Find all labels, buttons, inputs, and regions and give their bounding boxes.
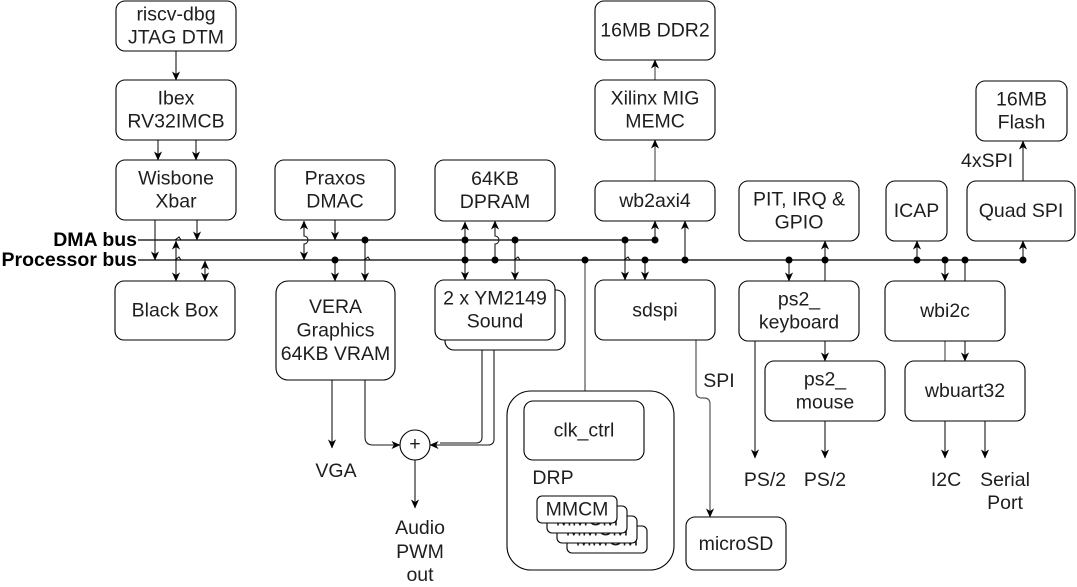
block-icap: ICAP — [885, 180, 948, 242]
serial-port-label-line2: Port — [987, 492, 1023, 514]
block-flash: 16MB Flash — [975, 80, 1068, 142]
icap-label: ICAP — [894, 200, 940, 222]
pit-label-line2: GPIO — [775, 212, 824, 234]
praxos-label-line1: Praxos — [305, 168, 366, 190]
xbar-label-line2: Xbar — [155, 191, 197, 213]
flash-label-line1: 16MB — [996, 89, 1047, 111]
mmcm-label-1: MMCM — [546, 499, 609, 521]
junction-dot — [785, 256, 793, 264]
junction-dot — [461, 256, 469, 264]
praxos-label-line2: DMAC — [306, 191, 363, 213]
junction-dot — [1019, 256, 1027, 264]
edge-ym2149-to-mixer-2 — [429, 350, 495, 450]
block-xbar: Wisbone Xbar — [115, 159, 237, 221]
block-ps2-keyboard: ps2_ keyboard — [738, 280, 860, 342]
junction-dot — [491, 256, 499, 264]
junction-dot — [511, 236, 519, 244]
serial-port-label-line1: Serial — [980, 469, 1030, 491]
flash-label-line2: Flash — [998, 112, 1046, 134]
edge-vera-to-mixer — [364, 380, 401, 450]
dma-bus-label: DMA bus — [53, 229, 137, 251]
dpram-label-line1: 64KB — [471, 168, 519, 190]
audio-label-line1: Audio — [395, 517, 445, 539]
vera-label-line2: Graphics — [296, 320, 374, 342]
sdspi-label: sdspi — [632, 300, 678, 322]
wb2axi4-label: wb2axi4 — [618, 190, 691, 212]
block-wbi2c: wbi2c — [884, 280, 1006, 342]
ym2149-label-line2: Sound — [467, 311, 523, 333]
edge-ym2149-to-mixer-1 — [440, 340, 483, 444]
processor-bus-label: Processor bus — [2, 249, 138, 271]
clk-ctrl-label: clk_ctrl — [554, 420, 615, 442]
i2c-label: I2C — [931, 469, 961, 491]
quadspi-label: Quad SPI — [979, 200, 1064, 222]
block-sdspi: sdspi — [594, 279, 716, 341]
junction-dot — [581, 256, 589, 264]
wbuart32-label: wbuart32 — [924, 380, 1005, 402]
dpram-label-line2: DPRAM — [460, 191, 530, 213]
junction-dot — [651, 236, 659, 244]
junction-dot — [331, 256, 339, 264]
block-mig: Xilinx MIG MEMC — [594, 79, 716, 141]
block-microsd: microSD — [685, 516, 787, 571]
junction-dot — [361, 236, 369, 244]
blackbox-label: Black Box — [132, 300, 219, 322]
junction-dot — [641, 256, 649, 264]
audio-mixer: + — [399, 429, 431, 461]
junction-dot — [461, 236, 469, 244]
riscv-dbg-label-line1: riscv-dbg — [136, 4, 215, 26]
ps2-keyboard-label-line2: keyboard — [759, 312, 839, 334]
block-pit-irq-gpio: PIT, IRQ & GPIO — [738, 180, 860, 242]
audio-label-line3: out — [406, 564, 434, 586]
wbi2c-label: wbi2c — [919, 300, 970, 322]
ibex-label-line1: Ibex — [158, 88, 195, 110]
ibex-label-line2: RV32IMCB — [127, 111, 224, 133]
audio-label-line2: PWM — [396, 541, 444, 563]
block-wb2axi4: wb2axi4 — [594, 180, 716, 222]
ym2149-label-line1: 2 x YM2149 — [443, 288, 547, 310]
quad-spi-label: 4xSPI — [961, 150, 1013, 172]
block-riscv-dbg: riscv-dbg JTAG DTM — [115, 0, 237, 52]
junction-dot — [681, 256, 689, 264]
drp-label: DRP — [532, 467, 573, 489]
edge-sdspi-to-microsd — [695, 340, 715, 518]
ps2-keyboard-port-label: PS/2 — [744, 469, 786, 491]
pit-label-line1: PIT, IRQ & — [753, 189, 845, 211]
junction-dot — [961, 256, 969, 264]
ps2-keyboard-label-line1: ps2_ — [778, 289, 821, 311]
vga-label: VGA — [315, 460, 356, 482]
ps2-mouse-port-label: PS/2 — [804, 469, 846, 491]
block-clock-group: clk_ctrl DRP MMCM MMCM MMCM MMCM — [506, 390, 675, 571]
riscv-dbg-label-line2: JTAG DTM — [128, 27, 224, 49]
ps2-mouse-label-line1: ps2_ — [804, 369, 847, 391]
block-praxos-dmac: Praxos DMAC — [274, 159, 396, 221]
junction-dot — [941, 256, 949, 264]
block-dpram: 64KB DPRAM — [434, 159, 556, 222]
block-ps2-mouse: ps2_ mouse — [764, 360, 886, 422]
block-ym2149: 2 x YM2149 Sound — [434, 279, 566, 351]
vera-label-line3: 64KB VRAM — [281, 343, 390, 365]
junction-dot — [821, 256, 829, 264]
xbar-label-line1: Wisbone — [138, 168, 214, 190]
mig-label-line2: MEMC — [625, 111, 685, 133]
ddr2-label: 16MB DDR2 — [600, 20, 709, 42]
mixer-plus-icon: + — [409, 433, 420, 455]
block-wbuart32: wbuart32 — [904, 360, 1026, 422]
junction-dot — [621, 236, 629, 244]
junction-dot — [913, 256, 921, 264]
block-ibex: Ibex RV32IMCB — [115, 79, 237, 141]
spi-label: SPI — [703, 370, 734, 392]
block-quadspi: Quad SPI — [966, 180, 1076, 242]
vera-label-line1: VERA — [309, 296, 362, 318]
microsd-label: microSD — [699, 533, 774, 555]
block-blackbox: Black Box — [114, 280, 236, 341]
block-vera: VERA Graphics 64KB VRAM — [275, 280, 396, 381]
ps2-mouse-label-line2: mouse — [796, 392, 855, 414]
soc-block-diagram: DMA bus Processor bus riscv-dbg JTAG DTM… — [2, 0, 1076, 586]
block-ddr2: 16MB DDR2 — [594, 0, 716, 61]
mig-label-line1: Xilinx MIG — [611, 88, 700, 110]
